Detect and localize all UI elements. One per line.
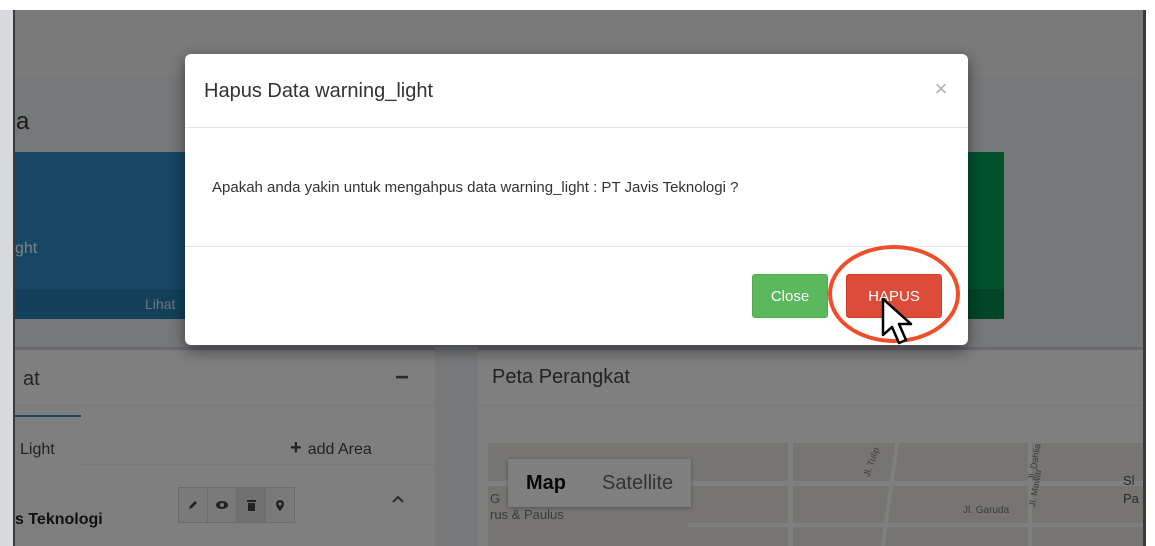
window-left-border — [13, 10, 15, 546]
dialog-header: Hapus Data warning_light × — [185, 54, 968, 128]
window-right-border — [1143, 10, 1146, 546]
screen: a ght Lihat at − Light +add Area s Tekno… — [0, 0, 1155, 546]
close-button[interactable]: Close — [752, 274, 828, 318]
dialog-body: Apakah anda yakin untuk mengahpus data w… — [185, 128, 968, 247]
close-icon[interactable]: × — [931, 76, 951, 101]
dialog-message: Apakah anda yakin untuk mengahpus data w… — [212, 179, 739, 196]
window-left-gutter — [0, 10, 13, 546]
mouse-pointer-icon — [881, 297, 913, 345]
dialog-title: Hapus Data warning_light — [204, 80, 434, 102]
